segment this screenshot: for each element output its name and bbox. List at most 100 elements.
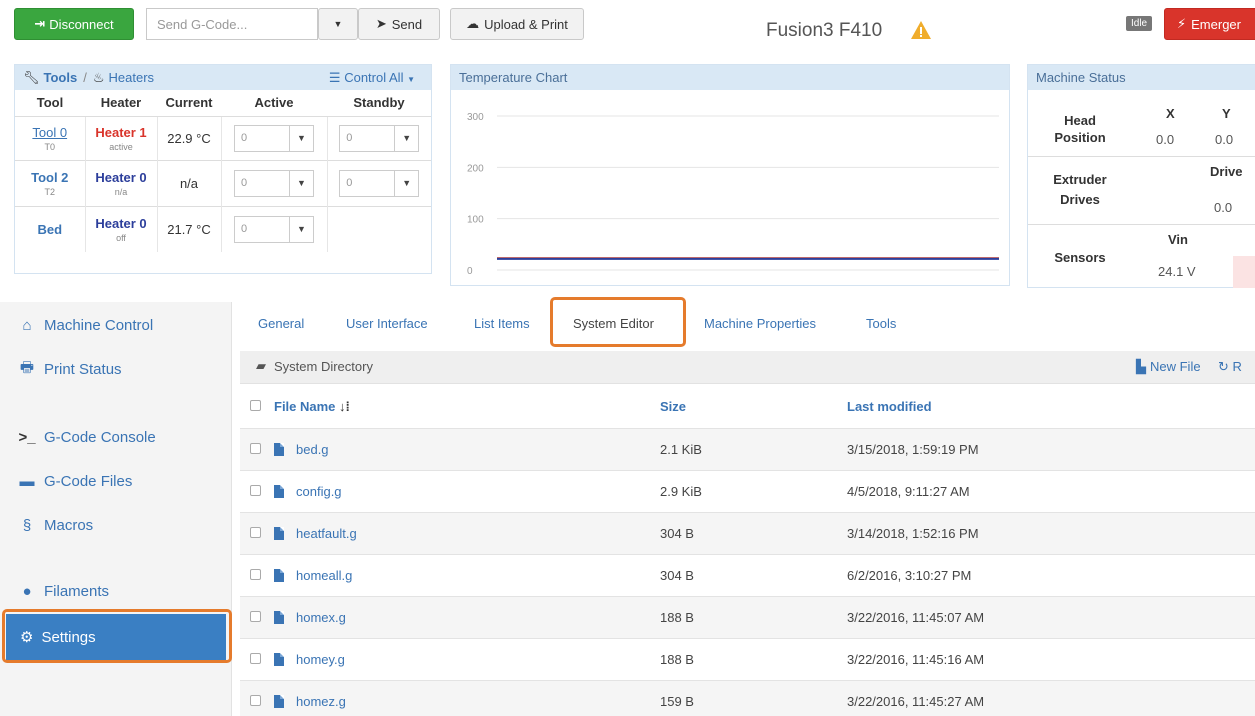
file-table-header: File Name ↓⁞ Size Last modified bbox=[240, 386, 1255, 428]
tab-machine-properties[interactable]: Machine Properties bbox=[704, 316, 816, 331]
table-row[interactable]: homey.g 188 B 3/22/2016, 11:45:16 AM bbox=[240, 637, 1255, 680]
head-position-label: Head Position bbox=[1054, 113, 1106, 145]
refresh-button[interactable]: ↻ R bbox=[1218, 359, 1242, 375]
current-temp: n/a bbox=[156, 159, 221, 206]
col-header-last-modified[interactable]: Last modified bbox=[847, 399, 932, 414]
upload-print-button[interactable]: ☁ Upload & Print bbox=[450, 8, 584, 40]
current-temp: 22.9 °C bbox=[156, 115, 221, 160]
file-name-link[interactable]: config.g bbox=[296, 484, 342, 499]
table-row[interactable]: bed.g 2.1 KiB 3/15/2018, 1:59:19 PM bbox=[240, 427, 1255, 470]
sidebar-item-macros[interactable]: § Macros bbox=[18, 514, 93, 536]
row-checkbox[interactable] bbox=[250, 694, 261, 706]
settings-highlight bbox=[2, 609, 232, 663]
top-navbar: ⇥ Disconnect Send G-Code... ▼ ➤ Send ☁ U… bbox=[0, 0, 1255, 48]
tools-panel: 🔧︎ Tools / ♨ Heaters ☰ Control All ▼ Too… bbox=[14, 64, 432, 274]
hdd-icon: ▬ bbox=[19, 472, 35, 490]
table-row[interactable]: homez.g 159 B 3/22/2016, 11:45:27 AM bbox=[240, 679, 1255, 716]
y-tick-label: 200 bbox=[467, 163, 484, 174]
row-checkbox[interactable] bbox=[250, 610, 261, 622]
sensors-label: Sensors bbox=[1054, 250, 1106, 265]
extruder-drives-label: Extruder Drives bbox=[1053, 172, 1107, 207]
file-icon: ▙ bbox=[1136, 359, 1146, 374]
file-name-link[interactable]: homex.g bbox=[296, 610, 346, 625]
sort-icon: ↓⁞ bbox=[339, 399, 350, 415]
terminal-icon: >_ bbox=[18, 428, 36, 446]
file-icon bbox=[274, 442, 284, 456]
tool-cell[interactable]: Tool 2 T2 bbox=[15, 159, 85, 206]
machine-status-header: Machine Status bbox=[1028, 65, 1255, 90]
file-name-link[interactable]: bed.g bbox=[296, 442, 329, 457]
machine-name: Fusion3 F410 bbox=[766, 20, 883, 41]
file-size: 159 B bbox=[660, 679, 847, 716]
col-header-current: Current bbox=[157, 90, 221, 117]
cloud-upload-icon: ☁ bbox=[466, 16, 480, 31]
sidebar-item-gcode-files[interactable]: ▬ G-Code Files bbox=[18, 470, 133, 492]
control-all-dropdown[interactable]: ☰ Control All ▼ bbox=[329, 70, 415, 86]
sidebar-item-print-status[interactable]: 🖶︎ Print Status bbox=[18, 358, 122, 380]
tool-cell[interactable]: Bed bbox=[15, 205, 85, 252]
table-row[interactable]: homex.g 188 B 3/22/2016, 11:45:07 AM bbox=[240, 595, 1255, 638]
sidebar-item-machine-control[interactable]: ⌂ Machine Control bbox=[18, 314, 153, 336]
tool-cell[interactable]: Tool 0 T0 bbox=[15, 115, 85, 160]
active-temp-select[interactable]: 0 ▼ bbox=[234, 215, 314, 243]
standby-temp-select[interactable]: 0 ▼ bbox=[339, 124, 420, 152]
col-header-standby: Standby bbox=[327, 90, 431, 117]
col-header-file-name[interactable]: File Name ↓⁞ bbox=[274, 399, 350, 414]
file-name-link[interactable]: homeall.g bbox=[296, 568, 352, 583]
file-icon bbox=[274, 526, 284, 540]
emergency-stop-button[interactable]: ⚡ Emerger bbox=[1164, 8, 1255, 40]
active-temp-select[interactable]: 0 ▼ bbox=[234, 124, 314, 152]
file-name-link[interactable]: homez.g bbox=[296, 694, 346, 709]
status-badge: Idle bbox=[1126, 16, 1153, 31]
standby-temp-select[interactable]: 0 ▼ bbox=[339, 169, 420, 197]
row-checkbox[interactable] bbox=[250, 568, 261, 580]
y-axis-label: Y bbox=[1222, 106, 1231, 121]
temperature-chart: 300 200 100 0 bbox=[467, 112, 999, 277]
row-checkbox[interactable] bbox=[250, 526, 261, 538]
drive-label: Drive bbox=[1210, 164, 1243, 179]
x-position-value: 0.0 bbox=[1156, 132, 1175, 147]
heater-cell[interactable]: Heater 0 off bbox=[84, 205, 157, 252]
refresh-icon: ↻ bbox=[1218, 359, 1229, 374]
table-row: Bed Heater 0 off 21.7 °C 0 ▼ bbox=[15, 205, 431, 252]
fire-icon: ♨ bbox=[92, 69, 105, 85]
file-modified: 3/22/2016, 11:45:16 AM bbox=[847, 637, 1255, 680]
sidebar-item-filaments[interactable]: ● Filaments bbox=[18, 580, 109, 602]
row-checkbox[interactable] bbox=[250, 484, 261, 496]
link-icon: § bbox=[22, 516, 32, 534]
file-modified: 3/15/2018, 1:59:19 PM bbox=[847, 427, 1255, 470]
heaters-link[interactable]: Heaters bbox=[109, 70, 155, 85]
gcode-history-dropdown[interactable]: ▼ bbox=[318, 8, 358, 40]
col-header-size[interactable]: Size bbox=[660, 399, 686, 414]
tools-link[interactable]: Tools bbox=[44, 70, 78, 85]
select-all-checkbox[interactable] bbox=[250, 400, 261, 412]
table-row[interactable]: homeall.g 304 B 6/2/2016, 3:10:27 PM bbox=[240, 553, 1255, 596]
heater-cell[interactable]: Heater 0 n/a bbox=[84, 159, 157, 206]
y-tick-label: 300 bbox=[467, 112, 484, 123]
send-button[interactable]: ➤ Send bbox=[358, 8, 440, 40]
tab-user-interface[interactable]: User Interface bbox=[346, 316, 428, 331]
heater-cell[interactable]: Heater 1 active bbox=[84, 115, 157, 160]
current-temp: 21.7 °C bbox=[156, 205, 221, 252]
directory-breadcrumb[interactable]: System Directory bbox=[274, 359, 373, 374]
tab-list-items[interactable]: List Items bbox=[474, 316, 530, 331]
row-checkbox[interactable] bbox=[250, 652, 261, 664]
file-name-link[interactable]: homey.g bbox=[296, 652, 345, 667]
drive-value: 0.0 bbox=[1214, 200, 1233, 215]
table-row[interactable]: config.g 2.9 KiB 4/5/2018, 9:11:27 AM bbox=[240, 469, 1255, 512]
new-file-button[interactable]: ▙ New File bbox=[1136, 359, 1201, 375]
disconnect-button[interactable]: ⇥ Disconnect bbox=[14, 8, 134, 40]
row-checkbox[interactable] bbox=[250, 442, 261, 454]
tab-tools[interactable]: Tools bbox=[866, 316, 896, 331]
table-row[interactable]: heatfault.g 304 B 3/14/2018, 1:52:16 PM bbox=[240, 511, 1255, 554]
list-icon: ☰ bbox=[328, 69, 341, 85]
gcode-input[interactable]: Send G-Code... bbox=[146, 8, 318, 40]
tab-general[interactable]: General bbox=[258, 316, 304, 331]
file-name-link[interactable]: heatfault.g bbox=[296, 526, 357, 541]
active-temp-select[interactable]: 0 ▼ bbox=[234, 169, 314, 197]
sidebar-item-gcode-console[interactable]: >_ G-Code Console bbox=[18, 426, 155, 448]
caret-down-icon: ▼ bbox=[289, 170, 313, 196]
folder-open-icon: ▰ bbox=[256, 358, 266, 373]
file-modified: 4/5/2018, 9:11:27 AM bbox=[847, 469, 1255, 512]
wrench-icon: 🔧︎ bbox=[23, 69, 40, 85]
